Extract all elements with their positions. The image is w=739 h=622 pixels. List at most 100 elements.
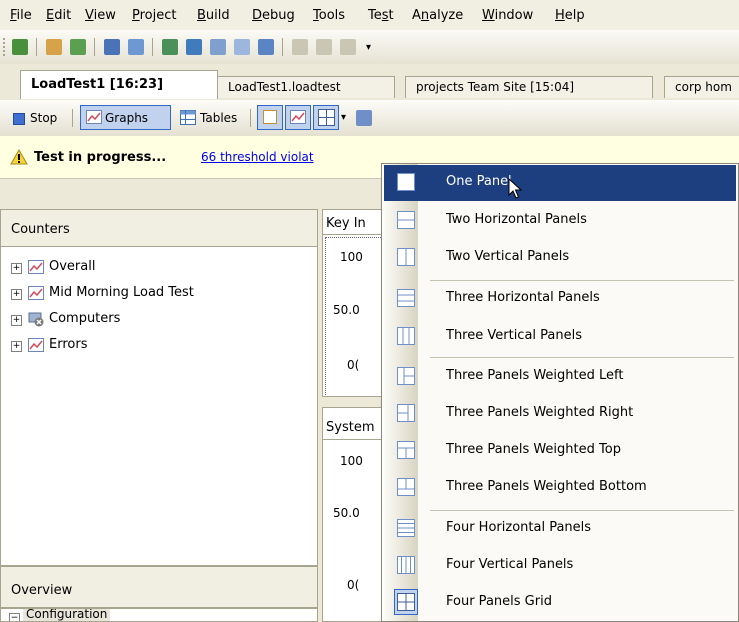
menu-item-three-panels-weighted-bottom[interactable]: Three Panels Weighted Bottom <box>384 470 736 506</box>
legend-icon <box>263 110 277 124</box>
class-view-icon[interactable] <box>210 39 226 55</box>
expand-icon[interactable]: + <box>11 341 22 352</box>
expand-icon[interactable]: + <box>11 315 22 326</box>
toolbar-separator <box>72 109 73 127</box>
menu-item-label: Four Vertical Panels <box>446 557 574 572</box>
graph-panel-key-indicators[interactable]: Key In 100 50.0 0( <box>322 209 382 397</box>
layout-dropdown-arrow-icon[interactable]: ▾ <box>341 112 346 123</box>
four-panels-grid-icon <box>318 109 335 126</box>
outdent-icon[interactable] <box>316 39 332 55</box>
new-project-icon[interactable] <box>12 39 28 55</box>
menu-item-three-vertical-panels[interactable]: Three Vertical Panels <box>384 319 736 355</box>
menu-item-four-vertical-panels[interactable]: Four Vertical Panels <box>384 548 736 584</box>
menu-window[interactable]: Window <box>482 8 533 23</box>
counter-graph-icon <box>28 260 44 274</box>
overview-tree[interactable]: − Configuration <box>0 608 318 622</box>
expand-icon[interactable]: + <box>11 289 22 300</box>
show-graph-button[interactable] <box>285 105 311 130</box>
toolbox-icon[interactable] <box>258 39 274 55</box>
tree-item-label: Errors <box>49 337 88 352</box>
stop-button[interactable]: Stop <box>30 111 57 125</box>
one-panel-icon <box>397 173 415 191</box>
expand-icon[interactable]: − <box>9 613 20 621</box>
tab-loadtest-results[interactable]: LoadTest1 [16:23] <box>20 70 218 99</box>
tab-loadtest-file[interactable]: LoadTest1.loadtest <box>217 76 395 98</box>
solution-explorer-icon[interactable] <box>186 39 202 55</box>
toolbar-separator <box>250 109 251 127</box>
menu-debug[interactable]: Debug <box>252 8 295 23</box>
tree-item-label: Computers <box>49 311 121 326</box>
counters-tree[interactable]: + Overall + Mid Morning Load Test + Comp… <box>0 246 318 566</box>
configuration-item[interactable]: Configuration <box>23 609 111 621</box>
menu-test[interactable]: Test <box>368 8 394 23</box>
warning-icon <box>10 149 28 165</box>
counter-graph-icon <box>28 338 44 352</box>
zoom-icon[interactable] <box>356 110 372 126</box>
show-legend-button[interactable] <box>257 105 283 130</box>
step-over-icon[interactable] <box>70 39 86 55</box>
graphs-button[interactable]: Graphs <box>80 105 171 130</box>
menu-item-four-horizontal-panels[interactable]: Four Horizontal Panels <box>384 511 736 547</box>
comment-icon[interactable] <box>340 39 356 55</box>
threshold-violations-link[interactable]: 66 threshold violat <box>201 150 314 164</box>
toolbar-separator <box>94 38 95 56</box>
menu-file[interactable]: File <box>10 8 32 23</box>
tree-item-label: Overall <box>49 259 96 274</box>
menu-item-label: Three Panels Weighted Right <box>446 405 634 420</box>
menu-edit[interactable]: Edit <box>46 8 71 23</box>
menu-analyze[interactable]: Analyze <box>412 8 463 23</box>
menu-view[interactable]: View <box>85 8 116 23</box>
menu-item-one-panel[interactable]: One Panel <box>384 165 736 201</box>
computers-icon <box>28 312 44 327</box>
step-into-icon[interactable] <box>46 39 62 55</box>
tables-button[interactable]: Tables <box>200 111 237 125</box>
menu-item-three-panels-weighted-left[interactable]: Three Panels Weighted Left <box>384 359 736 395</box>
three-panels-weighted-right-icon <box>397 404 415 422</box>
y-tick: 100 <box>340 250 363 264</box>
object-browser-icon[interactable] <box>234 39 250 55</box>
menu-item-label: Three Panels Weighted Bottom <box>446 479 647 494</box>
panel-layout-button[interactable] <box>313 105 339 130</box>
menu-item-four-panels-grid[interactable]: Four Panels Grid <box>384 585 736 621</box>
test-status-text: Test in progress... <box>34 150 167 165</box>
menu-build[interactable]: Build <box>197 8 230 23</box>
tab-team-site[interactable]: projects Team Site [15:04] <box>405 76 653 98</box>
two-vertical-panels-icon <box>397 248 415 266</box>
menu-item-three-panels-weighted-top[interactable]: Three Panels Weighted Top <box>384 433 736 469</box>
graph-line-icon <box>290 110 306 124</box>
menu-item-three-panels-weighted-right[interactable]: Three Panels Weighted Right <box>384 396 736 432</box>
menu-item-label: Four Horizontal Panels <box>446 520 592 535</box>
menu-item-label: Three Vertical Panels <box>446 328 583 343</box>
menu-project[interactable]: Project <box>132 8 177 23</box>
toolbar-separator <box>282 38 283 56</box>
menu-tools[interactable]: Tools <box>313 8 345 23</box>
expand-icon[interactable]: + <box>11 263 22 274</box>
menu-item-three-horizontal-panels[interactable]: Three Horizontal Panels <box>384 281 736 317</box>
deploy-icon[interactable] <box>128 39 144 55</box>
y-tick: 0( <box>347 358 360 372</box>
menu-bar: File Edit View Project Build Debug Tools… <box>0 0 739 30</box>
menu-help[interactable]: Help <box>555 8 585 23</box>
tab-corp-home[interactable]: corp hom <box>664 76 739 98</box>
three-horizontal-panels-icon <box>397 289 415 307</box>
counters-title: Counters <box>11 222 70 237</box>
three-panels-weighted-left-icon <box>397 367 415 385</box>
mouse-cursor-icon <box>508 178 523 199</box>
toolbar-overflow-icon[interactable]: ▾ <box>366 42 371 53</box>
menu-item-two-vertical-panels[interactable]: Two Vertical Panels <box>384 240 736 276</box>
document-tabs: LoadTest1 [16:23] LoadTest1.loadtest pro… <box>0 64 739 101</box>
standard-toolbar: ▾ <box>0 30 739 64</box>
properties-icon[interactable] <box>162 39 178 55</box>
attach-icon[interactable] <box>104 39 120 55</box>
graphs-label: Graphs <box>105 111 149 125</box>
four-vertical-panels-icon <box>397 556 415 574</box>
indent-icon[interactable] <box>292 39 308 55</box>
graph-panel-system[interactable]: System 100 50.0 0( <box>322 407 382 622</box>
panel-layout-menu: One Panel Two Horizontal Panels Two Vert… <box>381 163 739 622</box>
four-panels-grid-icon <box>397 593 415 611</box>
toolbar-grip[interactable] <box>3 38 8 56</box>
three-panels-weighted-bottom-icon <box>397 478 415 496</box>
menu-item-two-horizontal-panels[interactable]: Two Horizontal Panels <box>384 203 736 239</box>
y-tick: 50.0 <box>333 506 360 520</box>
three-panels-weighted-top-icon <box>397 441 415 459</box>
